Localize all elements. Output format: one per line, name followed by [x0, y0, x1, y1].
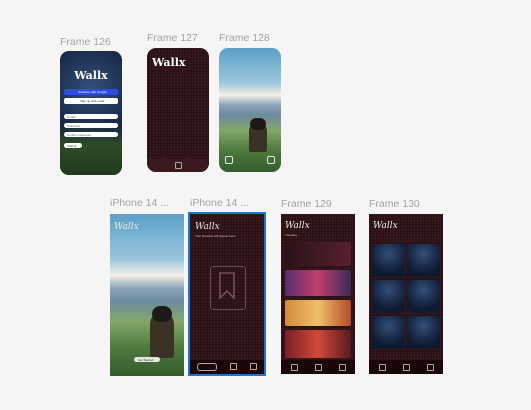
confirm-password-field[interactable]: Confirm password: [64, 132, 118, 137]
gallery-item[interactable]: [407, 316, 440, 349]
home-icon[interactable]: [379, 364, 386, 371]
get-started-button[interactable]: Get Started: [134, 357, 160, 362]
frame-label[interactable]: Frame 126: [60, 36, 111, 48]
gallery-item[interactable]: [407, 244, 440, 277]
password-field[interactable]: Password: [64, 123, 118, 128]
profile-icon[interactable]: [250, 363, 257, 370]
app-title: Wallx: [195, 222, 220, 232]
frame-label[interactable]: Frame 128: [219, 32, 270, 44]
bottom-nav: [369, 360, 443, 374]
bottom-nav: [281, 360, 355, 374]
frame-label[interactable]: Frame 129: [281, 198, 332, 210]
iphone-14-onboarding-screen[interactable]: Wallx Get Started: [110, 214, 184, 376]
app-title: Wallx: [373, 221, 398, 231]
download-icon[interactable]: [225, 156, 233, 164]
frame-label[interactable]: iPhone 14 ...: [110, 197, 169, 209]
email-signup-button[interactable]: Sign up with email: [64, 98, 118, 104]
trending-card-3[interactable]: [285, 300, 351, 326]
app-title: Wallx: [152, 56, 186, 69]
character-hair: [250, 118, 266, 130]
home-icon[interactable]: [291, 364, 298, 371]
frame-130-gallery-screen[interactable]: Wallx: [369, 214, 443, 374]
search-icon[interactable]: [403, 364, 410, 371]
gallery-item[interactable]: [372, 280, 405, 313]
frame-129-trending-screen[interactable]: Wallx Trending: [281, 214, 355, 374]
gallery-item[interactable]: [372, 244, 405, 277]
bottom-nav: [147, 158, 209, 172]
section-label: Trending: [285, 233, 297, 237]
bottom-nav: [190, 360, 264, 374]
iphone-14-favorites-screen[interactable]: Wallx Your favorites will appear here: [188, 212, 266, 376]
search-icon[interactable]: [315, 364, 322, 371]
gallery-item[interactable]: [372, 316, 405, 349]
frame-127-empty-screen[interactable]: Wallx: [147, 48, 209, 172]
character-hair: [152, 306, 172, 322]
app-title: Wallx: [74, 69, 108, 82]
frame-label[interactable]: iPhone 14 ...: [190, 197, 249, 209]
bookmark-icon: [219, 272, 235, 300]
google-signin-button[interactable]: Continue with Google: [64, 89, 118, 95]
trending-card-2[interactable]: [285, 270, 351, 296]
tab-favorites[interactable]: [197, 363, 217, 371]
frame-label[interactable]: Frame 130: [369, 198, 420, 210]
frame-128-wallpaper-preview[interactable]: [219, 48, 281, 172]
frame-label[interactable]: Frame 127: [147, 32, 198, 44]
app-title: Wallx: [114, 222, 139, 232]
subtitle: Your favorites will appear here: [195, 234, 236, 238]
home-icon[interactable]: [175, 162, 182, 169]
email-field[interactable]: E-mail: [64, 114, 118, 119]
search-icon[interactable]: [230, 363, 237, 370]
profile-icon[interactable]: [339, 364, 346, 371]
trending-card-4[interactable]: [285, 330, 351, 358]
frame-126-login-screen[interactable]: Wallx Continue with Google Sign up with …: [60, 51, 122, 175]
gallery-item[interactable]: [407, 280, 440, 313]
app-title: Wallx: [285, 221, 310, 231]
share-icon[interactable]: [267, 156, 275, 164]
trending-card-1[interactable]: [285, 242, 351, 266]
submit-button[interactable]: Submit: [64, 143, 82, 148]
profile-icon[interactable]: [427, 364, 434, 371]
